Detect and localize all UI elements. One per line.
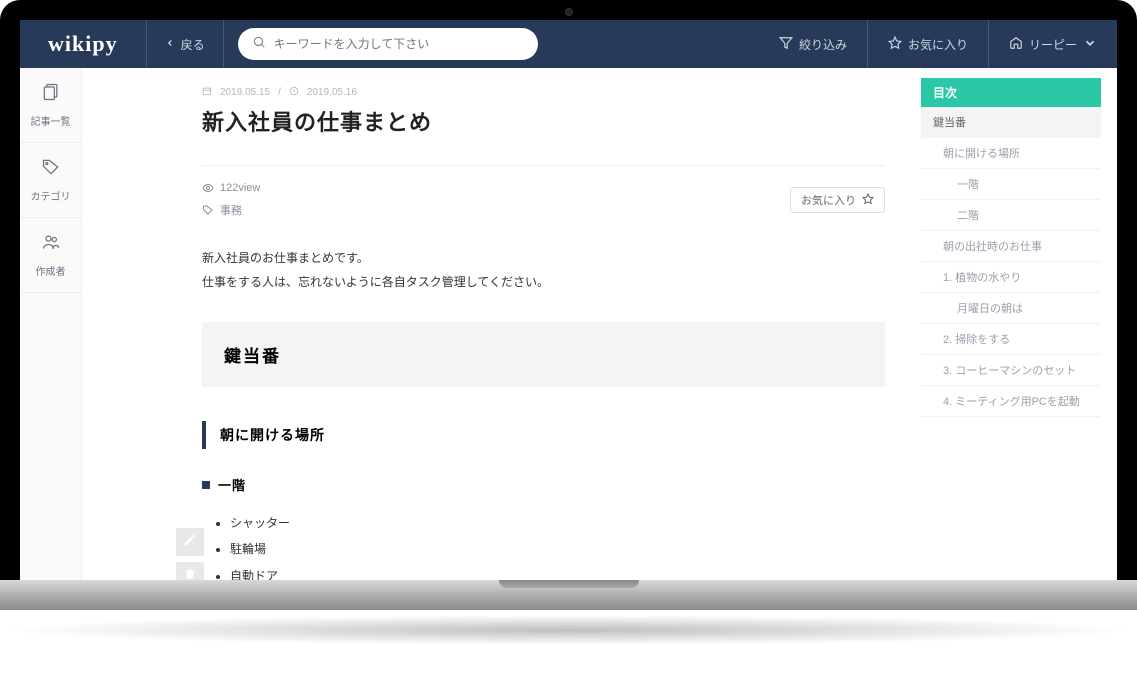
- delete-button[interactable]: [176, 562, 204, 580]
- updated-date: 2019.05.16: [307, 87, 357, 98]
- filter-button[interactable]: 絞り込み: [759, 36, 867, 53]
- article-title: 新入社員の仕事まとめ: [202, 105, 885, 137]
- sidebar-item-articles[interactable]: 記事一覧: [20, 68, 81, 143]
- favorite-button[interactable]: お気に入り: [790, 187, 885, 213]
- section-heading-1: 鍵当番: [202, 322, 885, 387]
- toc-item[interactable]: 1. 植物の水やり: [921, 262, 1101, 293]
- list-item: 駐輪場: [230, 536, 885, 562]
- laptop-base: [0, 580, 1137, 610]
- calendar-icon: [202, 86, 212, 99]
- toc-item[interactable]: 二階: [921, 200, 1101, 231]
- bullet-list: シャッター 駐輪場 自動ドア スイッチはドア上部にあります。: [202, 510, 885, 580]
- sidebar-label: カテゴリ: [31, 188, 71, 203]
- eye-icon: [202, 182, 214, 194]
- toc-item[interactable]: 月曜日の朝は: [921, 293, 1101, 324]
- list-item: シャッター: [230, 510, 885, 536]
- list-item: 自動ドア スイッチはドア上部にあります。: [230, 563, 885, 580]
- chevron-left-icon: [165, 37, 175, 51]
- logo[interactable]: wikipy: [20, 31, 146, 57]
- favorites-label: お気に入り: [908, 36, 968, 53]
- toc-item[interactable]: 4. ミーティング用PCを起動: [921, 386, 1101, 417]
- search-box[interactable]: [238, 28, 538, 60]
- sidebar: 記事一覧 カテゴリ 作成者: [20, 68, 82, 580]
- back-label: 戻る: [181, 36, 205, 53]
- toc-item[interactable]: 鍵当番: [921, 107, 1101, 138]
- users-icon: [41, 232, 61, 257]
- section-heading-2: 朝に開ける場所: [202, 421, 885, 449]
- sidebar-label: 記事一覧: [31, 113, 71, 128]
- table-of-contents: 目次 鍵当番 朝に開ける場所 一階 二階 朝の出社時のお仕事 1. 植物の水やり…: [921, 78, 1101, 580]
- filter-label: 絞り込み: [799, 36, 847, 53]
- toc-item[interactable]: 朝に開ける場所: [921, 138, 1101, 169]
- sidebar-label: 作成者: [36, 263, 66, 278]
- search-input[interactable]: [274, 37, 524, 51]
- view-count: 122view: [220, 182, 260, 194]
- edit-button[interactable]: [176, 528, 204, 556]
- toc-item[interactable]: 2. 掃除をする: [921, 324, 1101, 355]
- date-row: 2019.05.15 / 2019.05.16: [202, 86, 885, 99]
- favorites-button[interactable]: お気に入り: [868, 36, 988, 53]
- sidebar-item-authors[interactable]: 作成者: [20, 218, 81, 293]
- edit-icon: [183, 533, 197, 552]
- user-menu[interactable]: リーピー: [989, 36, 1117, 53]
- tag-icon: [41, 157, 61, 182]
- filter-icon: [779, 36, 793, 53]
- back-button[interactable]: 戻る: [147, 36, 223, 53]
- search-icon: [252, 35, 266, 54]
- trash-icon: [183, 567, 197, 581]
- home-icon: [1009, 36, 1023, 53]
- app-header: wikipy 戻る: [20, 20, 1117, 68]
- section-heading-3: 一階: [202, 475, 885, 494]
- favorite-label: お気に入り: [801, 192, 856, 208]
- user-label: リーピー: [1029, 36, 1077, 53]
- documents-icon: [41, 82, 61, 107]
- category-label[interactable]: 事務: [220, 202, 242, 218]
- sidebar-item-category[interactable]: カテゴリ: [20, 143, 81, 218]
- toc-item[interactable]: 一階: [921, 169, 1101, 200]
- star-icon: [888, 36, 902, 53]
- toc-item[interactable]: 朝の出社時のお仕事: [921, 231, 1101, 262]
- clock-icon: [289, 86, 299, 99]
- toc-item[interactable]: 3. コーヒーマシンのセット: [921, 355, 1101, 386]
- created-date: 2019.05.15: [220, 87, 270, 98]
- tag-icon: [202, 204, 214, 216]
- toc-header: 目次: [921, 78, 1101, 107]
- chevron-down-icon: [1083, 36, 1097, 53]
- article-content: 2019.05.15 / 2019.05.16 新入社員の仕事まとめ: [82, 68, 921, 580]
- intro-text: 新入社員のお仕事まとめです。 仕事をする人は、忘れないように各自タスク管理してく…: [202, 246, 885, 294]
- laptop-shadow: [0, 615, 1137, 645]
- camera-dot: [565, 8, 573, 16]
- star-icon: [862, 193, 874, 208]
